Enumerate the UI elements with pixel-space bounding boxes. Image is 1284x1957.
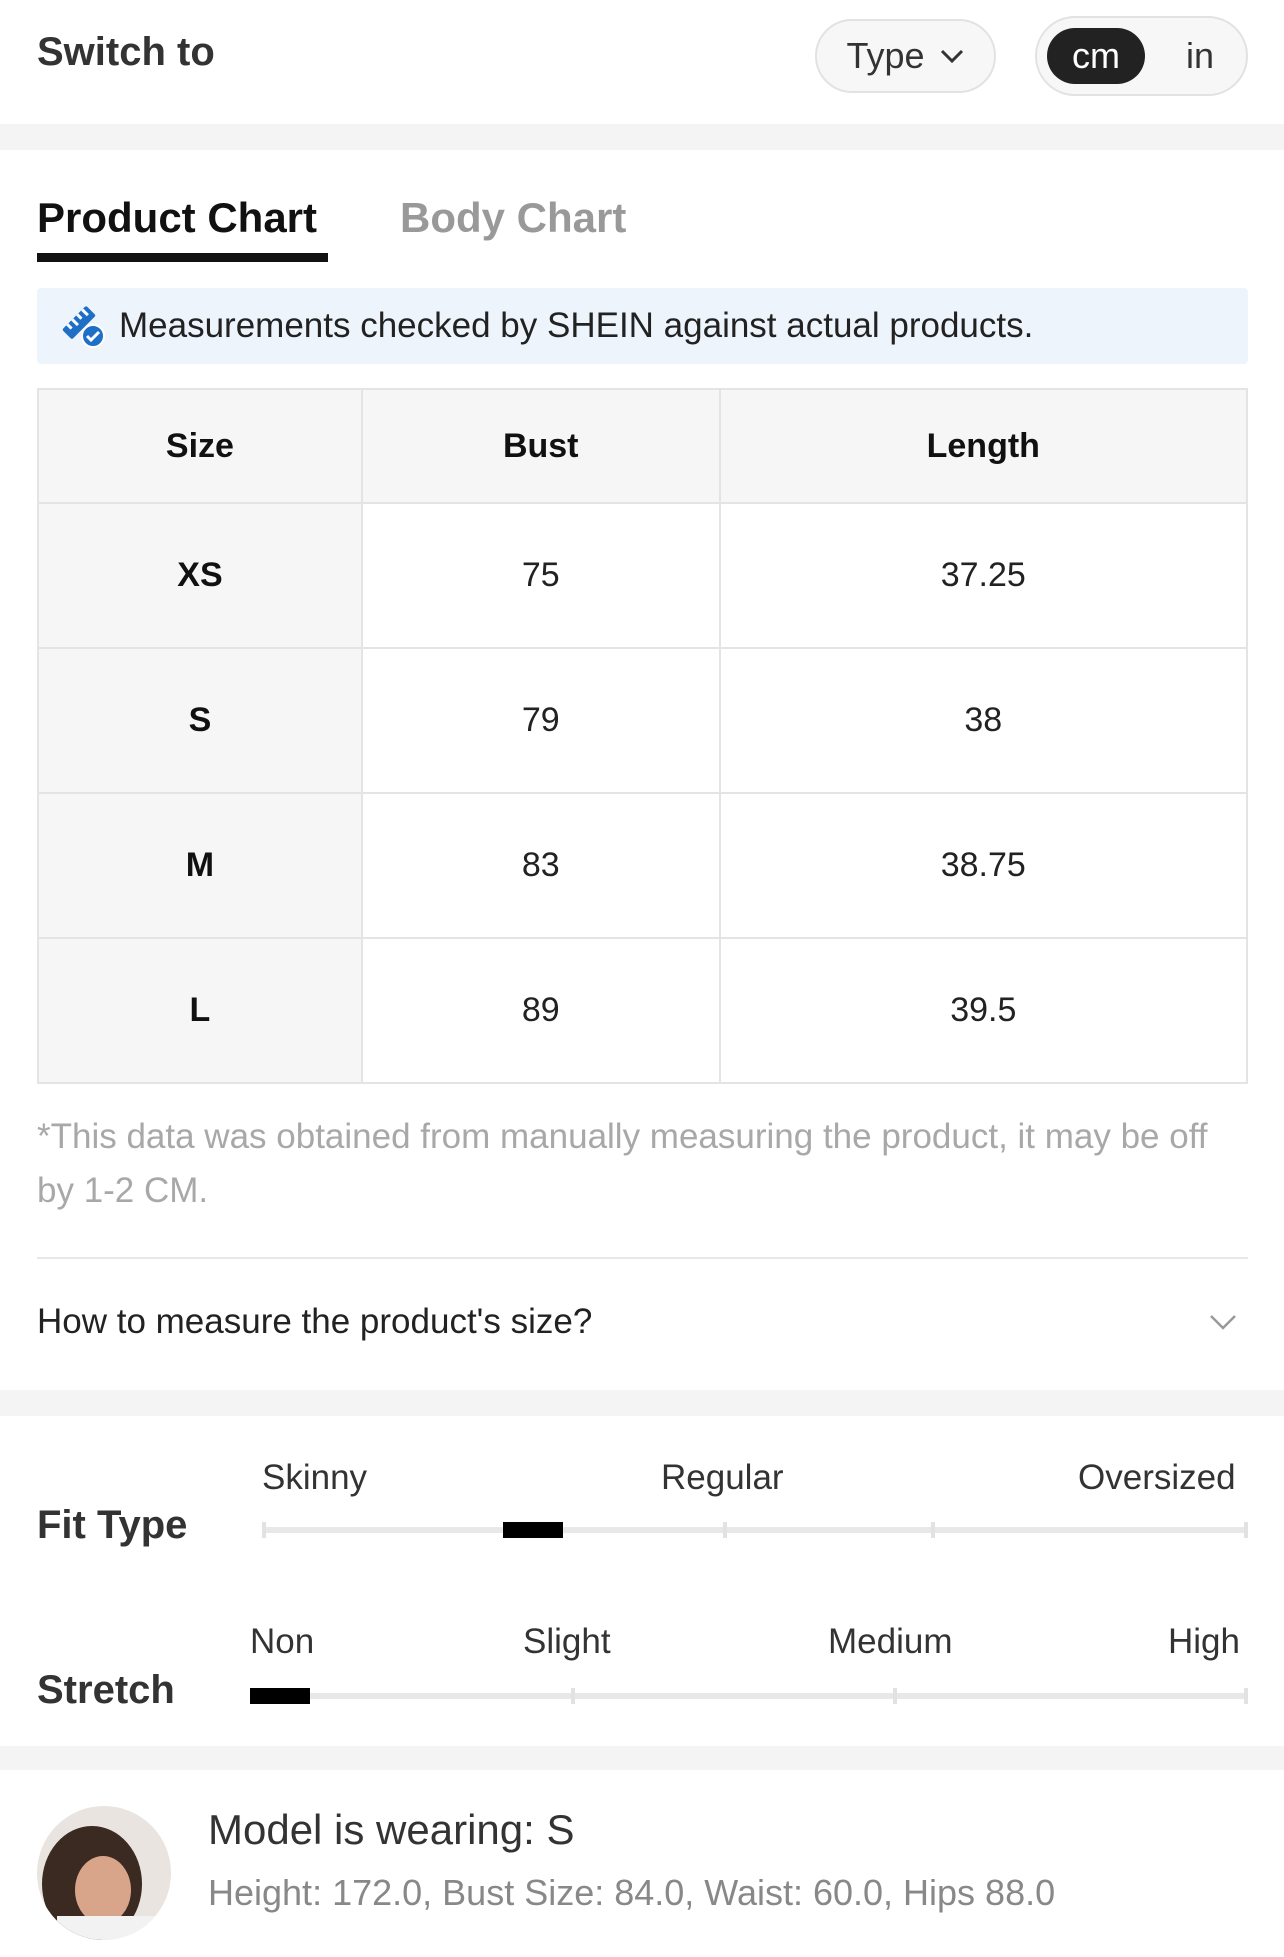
header-bust: Bust — [360, 388, 721, 504]
length-cell: 37.25 — [718, 502, 1249, 649]
bust-cell: 89 — [360, 937, 721, 1084]
size-cell: S — [37, 647, 363, 794]
fit-type-track — [262, 1527, 1248, 1533]
table-row: M 83 38.75 — [37, 792, 1249, 939]
length-cell: 38 — [718, 647, 1249, 794]
unit-toggle: cm in — [1035, 16, 1248, 96]
section-divider — [0, 1746, 1284, 1770]
divider — [37, 1257, 1248, 1259]
tab-product-chart[interactable]: Product Chart — [37, 194, 317, 242]
how-to-measure-toggle[interactable]: How to measure the product's size? — [37, 1302, 592, 1342]
notice-text: Measurements checked by SHEIN against ac… — [119, 306, 1034, 345]
table-row: XS 75 37.25 — [37, 502, 1249, 649]
section-divider — [0, 1390, 1284, 1416]
bust-cell: 79 — [360, 647, 721, 794]
tab-body-chart[interactable]: Body Chart — [400, 194, 626, 242]
type-dropdown[interactable]: Type — [815, 19, 996, 93]
table-header-row: Size Bust Length — [37, 388, 1249, 504]
stretch-tick — [571, 1688, 575, 1704]
length-cell: 39.5 — [718, 937, 1249, 1084]
header-length: Length — [718, 388, 1249, 504]
measurement-notice: Measurements checked by SHEIN against ac… — [37, 288, 1248, 364]
model-avatar — [37, 1806, 171, 1940]
type-dropdown-label: Type — [846, 35, 925, 76]
section-divider — [0, 124, 1284, 150]
unit-cm-button[interactable]: cm — [1047, 28, 1145, 84]
length-cell: 38.75 — [718, 792, 1249, 939]
stretch-scale-slight: Slight — [523, 1622, 611, 1661]
stretch-scale-non: Non — [250, 1622, 315, 1661]
fit-tick — [931, 1522, 935, 1538]
header-size: Size — [37, 388, 363, 504]
fit-scale-skinny: Skinny — [262, 1458, 368, 1497]
stretch-tick — [893, 1688, 897, 1704]
bust-cell: 75 — [360, 502, 721, 649]
stretch-scale-high: High — [1168, 1622, 1240, 1661]
fit-scale-regular: Regular — [661, 1458, 784, 1497]
model-wearing-size: Model is wearing: S — [208, 1806, 575, 1853]
active-tab-indicator — [37, 253, 328, 262]
fit-tick — [723, 1522, 727, 1538]
ruler-check-icon — [62, 306, 105, 348]
switch-to-label: Switch to — [37, 30, 215, 74]
table-row: L 89 39.5 — [37, 937, 1249, 1084]
table-row: S 79 38 — [37, 647, 1249, 794]
stretch-marker — [250, 1688, 310, 1704]
stretch-track — [250, 1693, 1248, 1699]
model-measurements: Height: 172.0, Bust Size: 84.0, Waist: 6… — [208, 1872, 1056, 1913]
chevron-down-icon[interactable] — [1208, 1312, 1238, 1332]
size-table: Size Bust Length XS 75 37.25 S 79 38 M 8… — [37, 388, 1249, 1084]
stretch-tick — [1244, 1688, 1248, 1704]
bust-cell: 83 — [360, 792, 721, 939]
size-cell: L — [37, 937, 363, 1084]
size-cell: M — [37, 792, 363, 939]
fit-tick — [262, 1522, 266, 1538]
stretch-label: Stretch — [37, 1668, 175, 1712]
stretch-scale-medium: Medium — [828, 1622, 953, 1661]
fit-scale-oversized: Oversized — [1078, 1458, 1236, 1497]
chevron-down-icon — [940, 49, 963, 64]
size-cell: XS — [37, 502, 363, 649]
fit-type-marker — [502, 1522, 563, 1538]
measurement-footnote: *This data was obtained from manually me… — [37, 1117, 1208, 1210]
unit-in-button[interactable]: in — [1165, 28, 1235, 84]
fit-tick — [1244, 1522, 1248, 1538]
fit-type-label: Fit Type — [37, 1503, 188, 1547]
